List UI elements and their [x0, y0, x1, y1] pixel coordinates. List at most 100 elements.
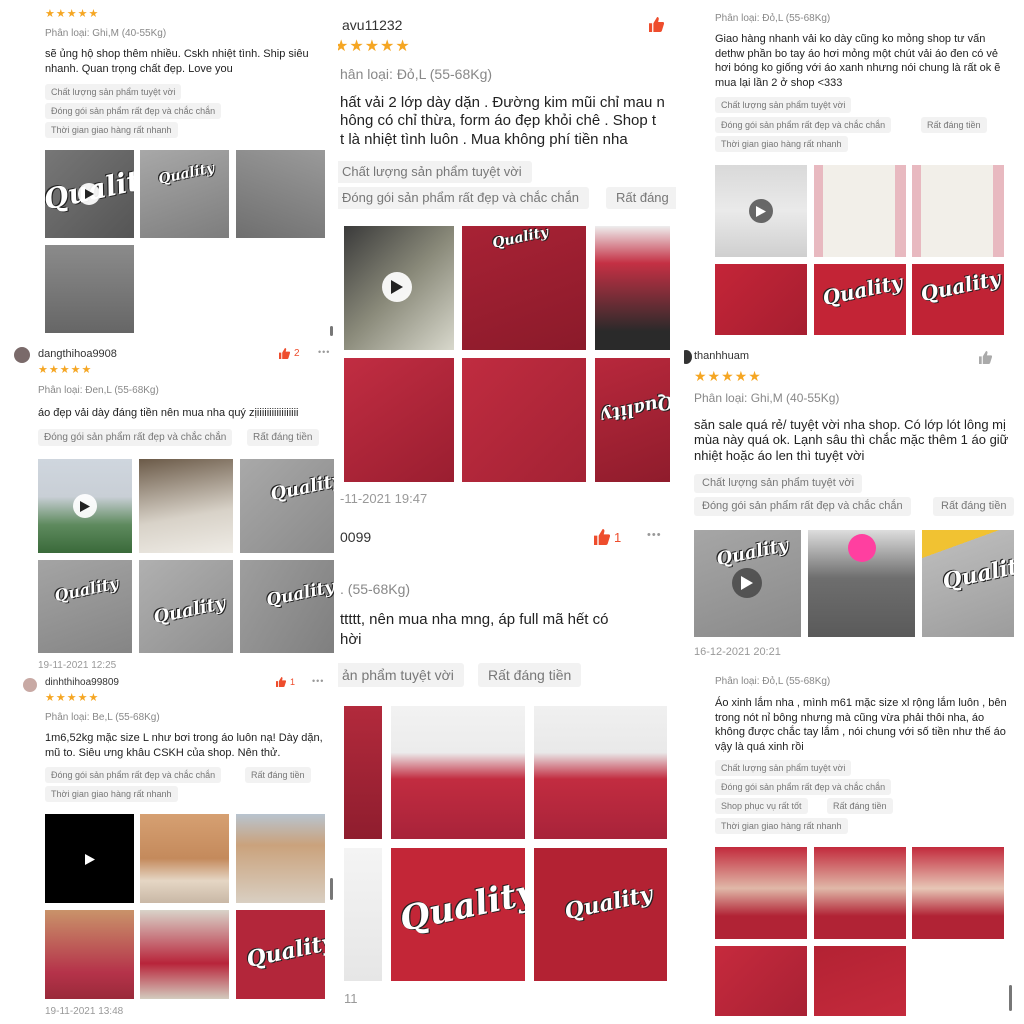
- review-text-line: ttttt, nên mua nha mng, áp full mã hết c…: [340, 611, 609, 628]
- review-photo[interactable]: [344, 706, 382, 839]
- review-photo[interactable]: Quality: [38, 560, 132, 653]
- tag-chip: Chất lượng sản phẩm tuyệt vời: [715, 760, 852, 776]
- review-photo[interactable]: Quality: [240, 560, 334, 653]
- review-photo[interactable]: [595, 226, 670, 350]
- tag-chip: Thời gian giao hàng rất nhanh: [45, 122, 178, 138]
- review-photo[interactable]: [45, 910, 134, 999]
- tag-chip: Thời gian giao hàng rất nhanh: [715, 818, 848, 834]
- like-button[interactable]: 1: [594, 529, 621, 545]
- review-photo[interactable]: [139, 459, 233, 553]
- review-photo[interactable]: Quality: [139, 560, 233, 653]
- scrollbar[interactable]: [1009, 985, 1012, 1011]
- review-text: sẽ ủng hộ shop thêm nhiều. Cskh nhiệt tì…: [45, 48, 309, 75]
- review-date: -11-2021 19:47: [340, 491, 428, 506]
- play-icon[interactable]: [82, 851, 98, 867]
- username: 0099: [340, 529, 372, 545]
- play-icon[interactable]: [732, 568, 762, 598]
- review-photo[interactable]: [344, 848, 382, 981]
- review-video-thumb[interactable]: [45, 814, 134, 903]
- review-photo[interactable]: Quality: [391, 848, 525, 981]
- review-photo[interactable]: [808, 530, 915, 637]
- review-text: Áo xinh lắm nha , mình m61 mặc size xl r…: [715, 697, 1007, 753]
- review-text-line: hông có chỉ thừa, form áo đẹp khỏi chê .…: [340, 112, 657, 129]
- username: dinhthihoa99809: [45, 677, 119, 688]
- review-photo[interactable]: Quality: [534, 848, 667, 981]
- face-sticker: [848, 534, 876, 562]
- review-photo[interactable]: Quality: [922, 530, 1014, 637]
- play-icon[interactable]: [73, 494, 97, 518]
- review-text: Giao hàng nhanh vải ko dày cũng ko mỏng …: [715, 33, 1001, 89]
- more-icon[interactable]: •••: [647, 529, 662, 541]
- tag-chip: Shop phục vụ rất tốt: [715, 798, 808, 814]
- like-button[interactable]: 2: [279, 348, 300, 359]
- tag-chip: Rất đáng tiền: [827, 798, 893, 814]
- tag-chip: Đóng gói sản phẩm rất đẹp và chắc chắn: [715, 117, 892, 133]
- review-video-thumb[interactable]: [715, 165, 807, 257]
- review-video-thumb[interactable]: [344, 226, 454, 350]
- like-button[interactable]: 1: [276, 677, 295, 687]
- review-date: 11: [344, 991, 358, 1006]
- scrollbar[interactable]: [330, 326, 333, 336]
- review-date: 19-11-2021 12:25: [38, 660, 117, 671]
- review-photo[interactable]: Quality: [140, 150, 229, 238]
- review-text-line: mùa này quá ok. Lạnh sâu thì chắc mặc th…: [694, 432, 1009, 447]
- review-photo[interactable]: Quality: [236, 910, 325, 999]
- review-photo[interactable]: [715, 946, 807, 1016]
- review-video-thumb[interactable]: Quality: [45, 150, 134, 238]
- review-photo[interactable]: [534, 706, 667, 839]
- thumbs-up-icon: [594, 529, 610, 545]
- tag-chip: Chất lượng sản phẩm tuyệt vời: [338, 161, 532, 183]
- tag-chip: ản phẩm tuyệt vời: [338, 663, 464, 687]
- like-count: 2: [294, 348, 300, 359]
- thumbs-up-icon[interactable]: [979, 351, 992, 364]
- review-video-thumb[interactable]: Quality: [694, 530, 801, 637]
- rating-stars: ★★★★★: [38, 364, 93, 376]
- tag-chip: Chất lượng sản phẩm tuyệt vời: [694, 474, 863, 493]
- review-text-line: hất vải 2 lớp dày dặn . Đường kim mũi ch…: [340, 94, 665, 111]
- review-photo[interactable]: Quality: [814, 264, 906, 335]
- review-photo[interactable]: Quality: [240, 459, 334, 553]
- review-text-line: săn sale quá rẻ/ tuyệt vời nha shop. Có …: [694, 417, 1006, 432]
- play-icon[interactable]: [382, 272, 412, 302]
- hoodie-print: Quality: [156, 160, 216, 188]
- like-count: 1: [290, 677, 296, 687]
- review-photo[interactable]: [140, 910, 229, 999]
- tag-chip: Đóng gói sản phẩm rất đẹp và chắc chắn: [45, 103, 222, 119]
- review-text-line: hời: [340, 631, 362, 648]
- review-photo[interactable]: [814, 847, 906, 939]
- thumbs-up-icon[interactable]: [649, 17, 664, 32]
- review-photo[interactable]: [140, 814, 229, 903]
- review-text-line: nhiệt hoặc áo len thì tuyệt vời: [694, 448, 865, 463]
- hoodie-print: Quality: [940, 551, 1014, 595]
- review-photo[interactable]: [462, 358, 586, 482]
- review-text: áo đẹp vải dày đáng tiền nên mua nha quý…: [38, 407, 299, 419]
- tag-chip: Rất đáng tiền: [478, 663, 582, 687]
- play-icon[interactable]: [78, 183, 100, 205]
- review-photo[interactable]: Quality: [912, 264, 1004, 335]
- review-photo[interactable]: [912, 165, 1004, 257]
- variant-label: Phân loại: Đỏ,L (55-68Kg): [715, 13, 831, 24]
- review-video-thumb[interactable]: [38, 459, 132, 553]
- review-photo[interactable]: [814, 165, 906, 257]
- review-photo[interactable]: [912, 847, 1004, 939]
- more-icon[interactable]: •••: [312, 676, 324, 686]
- review-photo[interactable]: [236, 814, 325, 903]
- tag-chip: Rất đáng: [606, 187, 676, 209]
- play-icon[interactable]: [749, 199, 773, 223]
- review-photo[interactable]: Quality: [462, 226, 586, 350]
- username: dangthihoa9908: [38, 348, 117, 360]
- tag-chip: Đóng gói sản phẩm rất đẹp và chắc chắn: [45, 767, 222, 783]
- review-photo[interactable]: [715, 847, 807, 939]
- review-photo[interactable]: [391, 706, 525, 839]
- more-icon[interactable]: •••: [318, 347, 330, 357]
- review-date: 19-11-2021 13:48: [45, 1006, 124, 1017]
- review-photo[interactable]: [344, 358, 454, 482]
- review-panel-center: avu11232 ★★★★★ hân loại: Đỏ,L (55-68Kg) …: [338, 0, 676, 1024]
- review-photo[interactable]: [814, 946, 906, 1016]
- review-photo[interactable]: Quality: [595, 358, 670, 482]
- review-photo[interactable]: [236, 150, 325, 238]
- scrollbar[interactable]: [330, 878, 333, 900]
- review-photo[interactable]: [715, 264, 807, 335]
- review-photo[interactable]: [45, 245, 134, 333]
- variant-label: Phân loại: Be,L (55-68Kg): [45, 712, 160, 723]
